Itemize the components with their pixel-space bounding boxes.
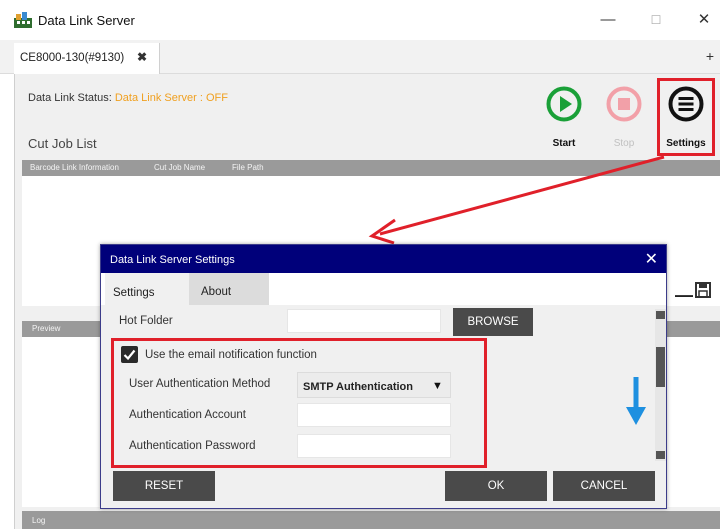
play-circle-icon bbox=[546, 86, 582, 122]
scroll-down-icon[interactable] bbox=[656, 451, 665, 459]
dialog-tabs: Settings About bbox=[101, 273, 666, 305]
hot-folder-label: Hot Folder bbox=[119, 315, 173, 327]
dialog-title: Data Link Server Settings bbox=[110, 254, 235, 266]
scroll-hint-arrow-icon bbox=[626, 377, 646, 425]
tab-close-icon[interactable]: ✖ bbox=[137, 50, 147, 64]
window-title: Data Link Server bbox=[38, 13, 135, 28]
tab-settings-label: Settings bbox=[113, 287, 155, 299]
stop-button[interactable]: Stop bbox=[598, 86, 650, 156]
app-icon bbox=[14, 12, 32, 28]
stop-circle-icon bbox=[606, 86, 642, 122]
start-label: Start bbox=[552, 138, 576, 149]
maximize-button[interactable]: ☐ bbox=[646, 10, 666, 30]
data-link-status: Data Link Status: Data Link Server : OFF bbox=[28, 92, 228, 104]
save-icon[interactable] bbox=[694, 281, 712, 299]
cut-job-list-title: Cut Job List bbox=[28, 136, 97, 151]
tab-about-label: About bbox=[201, 286, 232, 298]
close-button[interactable]: ✕ bbox=[694, 10, 714, 30]
column-cut-job-name[interactable]: Cut Job Name bbox=[154, 163, 205, 172]
ok-button[interactable]: OK bbox=[445, 471, 547, 501]
reset-button[interactable]: RESET bbox=[113, 471, 215, 501]
settings-highlight-box bbox=[657, 78, 715, 156]
dialog-close-icon[interactable]: ✕ bbox=[645, 249, 658, 269]
cancel-button[interactable]: CANCEL bbox=[553, 471, 655, 501]
column-barcode[interactable]: Barcode Link Information bbox=[30, 163, 119, 172]
stop-label: Stop bbox=[613, 138, 635, 149]
log-header: Log bbox=[22, 511, 720, 529]
cut-job-list-header: Barcode Link Information Cut Job Name Fi… bbox=[22, 160, 720, 176]
email-settings-highlight-box bbox=[111, 338, 487, 468]
preview-label: Preview bbox=[32, 324, 61, 333]
hot-folder-input[interactable] bbox=[287, 309, 441, 333]
status-value: Data Link Server : OFF bbox=[114, 92, 228, 104]
tab-about[interactable]: About bbox=[189, 273, 269, 305]
tab-bar: CE8000-130(#9130) ✖ + bbox=[0, 40, 720, 74]
start-button[interactable]: Start bbox=[538, 86, 590, 156]
scroll-thumb[interactable] bbox=[656, 347, 665, 387]
tab-label: CE8000-130(#9130) bbox=[20, 52, 125, 64]
column-file-path[interactable]: File Path bbox=[232, 163, 264, 172]
status-label: Data Link Status: bbox=[28, 92, 112, 104]
settings-dialog: Data Link Server Settings ✕ Settings Abo… bbox=[100, 244, 667, 509]
title-bar: Data Link Server — ☐ ✕ bbox=[0, 0, 720, 40]
minimize-button[interactable]: — bbox=[598, 10, 618, 30]
dialog-title-bar: Data Link Server Settings ✕ bbox=[101, 245, 666, 273]
minus-icon[interactable]: — bbox=[675, 285, 693, 306]
tab-settings[interactable]: Settings bbox=[105, 273, 189, 305]
browse-button[interactable]: BROWSE bbox=[453, 308, 533, 336]
log-label: Log bbox=[32, 516, 46, 525]
dialog-scrollbar[interactable] bbox=[655, 309, 666, 461]
tab-ce8000[interactable]: CE8000-130(#9130) ✖ bbox=[14, 43, 160, 74]
add-tab-icon[interactable]: + bbox=[706, 48, 714, 64]
scroll-up-icon[interactable] bbox=[656, 311, 665, 319]
